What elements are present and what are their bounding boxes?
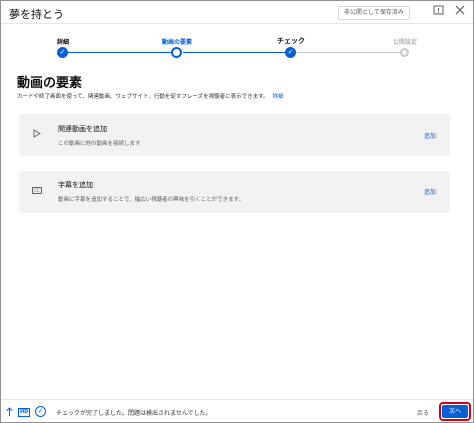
step-done-check-icon: ✓ [57, 47, 68, 58]
subtitles-card: CC 字幕を追加 動画に字幕を追加することで、幅広い視聴者の興味を引くことができ… [19, 171, 450, 213]
subtitles-icon: CC [32, 187, 42, 194]
page-description: カードや終了画面を使って、関連動画、ウェブサイト、行動を促すフレーズを視聴者に表… [17, 92, 284, 100]
close-icon[interactable] [453, 5, 467, 19]
dialog-header: 夢を持とう 非公開として保存済み [1, 1, 473, 24]
status-text: チェックが完了しました。問題は検出されませんでした。 [56, 410, 212, 417]
step-done-check-icon: ✓ [285, 47, 296, 58]
related-video-card: 関連動画を追加 この動画に他の動画を接続します 追加 [19, 114, 450, 156]
card-subtitle: この動画に他の動画を接続します [58, 141, 141, 147]
checks-complete-icon: ✓ [35, 406, 46, 417]
draft-status-badge: 非公開として保存済み [338, 6, 410, 20]
hd-icon: HD [18, 408, 31, 417]
stepper-line [183, 52, 286, 53]
play-icon [31, 129, 43, 140]
card-subtitle: 動画に字幕を追加することで、幅広い視聴者の興味を引くことができます。 [58, 197, 245, 203]
add-subtitles-button[interactable]: 追加 [424, 187, 436, 196]
step-checks[interactable]: チェック [261, 36, 321, 46]
stepper-line [68, 52, 173, 53]
back-button[interactable]: 戻る [414, 406, 432, 419]
dialog-footer: HD ✓ チェックが完了しました。問題は検出されませんでした。 戻る 次へ [1, 399, 473, 423]
upload-dialog: 夢を持とう 非公開として保存済み 詳細 動画の要素 チェック 公開設定 ✓ ✓ … [0, 0, 474, 423]
progress-stepper: 詳細 動画の要素 チェック 公開設定 ✓ ✓ [1, 31, 473, 61]
step-future-dot [400, 48, 409, 57]
card-title: 関連動画を追加 [58, 125, 107, 133]
stepper-line [296, 52, 401, 53]
upload-icon [5, 407, 13, 418]
step-current-dot [171, 47, 182, 58]
add-related-video-button[interactable]: 追加 [424, 131, 436, 140]
step-visibility[interactable]: 公開設定 [375, 37, 435, 46]
step-details[interactable]: 詳細 [33, 37, 93, 46]
step-video-elements[interactable]: 動画の要素 [147, 37, 207, 46]
feedback-icon[interactable] [431, 5, 445, 19]
next-button[interactable]: 次へ [442, 405, 468, 418]
page-title: 動画の要素 [17, 76, 83, 91]
card-title: 字幕を追加 [58, 181, 93, 189]
description-text: カードや終了画面を使って、関連動画、ウェブサイト、行動を促すフレーズを視聴者に表… [17, 94, 269, 100]
dialog-title: 夢を持とう [9, 8, 64, 21]
details-link[interactable]: 詳細 [273, 94, 284, 100]
